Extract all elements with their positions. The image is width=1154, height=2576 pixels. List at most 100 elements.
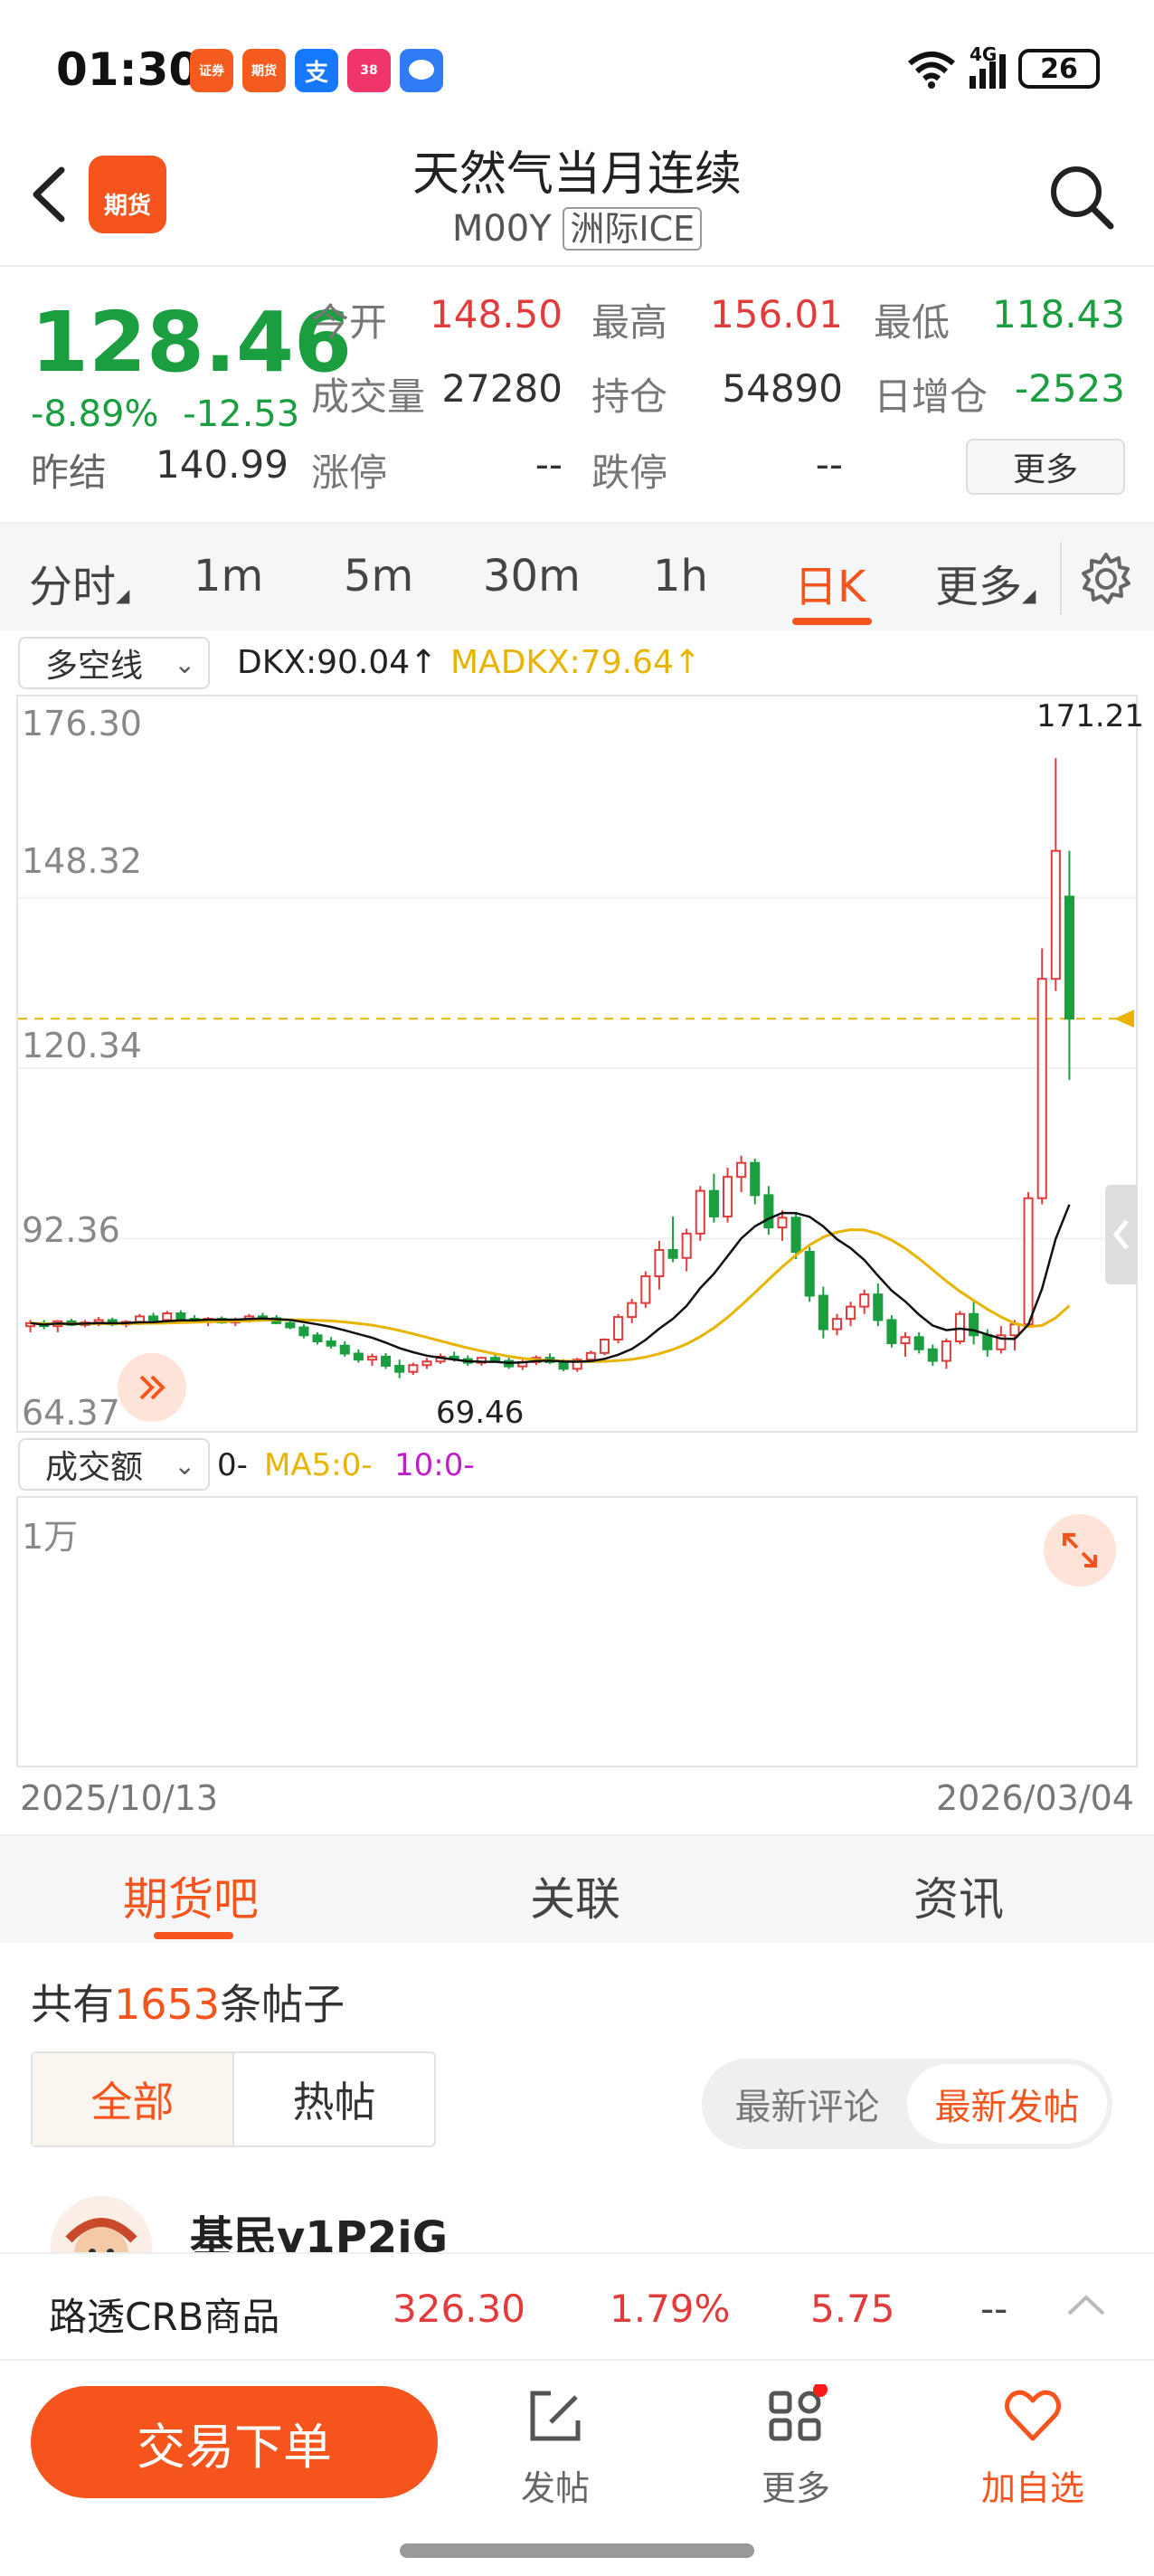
tab-1m[interactable]: 1m [194, 551, 263, 601]
securities-app-icon: 证券 [190, 49, 233, 92]
volume-label: 成交量 [311, 374, 426, 419]
home-indicator[interactable] [400, 2543, 754, 2558]
volume-value: 0- [217, 1447, 248, 1483]
tab-daily-k[interactable]: 日K [794, 551, 866, 614]
filter-hot[interactable]: 热帖 [232, 2053, 434, 2145]
alipay-app-icon: 支 [295, 49, 338, 92]
candle-down [818, 1294, 828, 1331]
post-filter-group: 全部 热帖 [31, 2051, 436, 2147]
favorite-label: 加自选 [980, 2468, 1084, 2508]
exchange-tag: 洲际ICE [563, 207, 703, 251]
y-tick-label: 176.30 [22, 704, 142, 743]
indicator-select[interactable]: 多空线 ⌄ [18, 637, 210, 689]
futures-app-icon: 期货 [242, 49, 286, 92]
chart-settings-button[interactable] [1076, 549, 1136, 609]
chevron-down-icon: ⌄ [174, 1451, 195, 1481]
sort-latest-post[interactable]: 最新发帖 [907, 2064, 1107, 2144]
sort-latest-comment[interactable]: 最新评论 [707, 2064, 907, 2144]
candle-up [831, 1318, 842, 1331]
open-interest-label: 持仓 [591, 374, 668, 419]
candle-down [175, 1312, 186, 1321]
candle-up [941, 1340, 951, 1362]
double-chevron-right-icon [139, 1375, 166, 1400]
limit-up-label: 涨停 [311, 450, 388, 495]
candle-down [913, 1336, 924, 1350]
ticker-price: 326.30 [393, 2287, 525, 2331]
change-percent: -8.89% [31, 393, 159, 435]
candle-up [900, 1336, 911, 1345]
dkx-value: DKX:90.04↑ [237, 644, 438, 681]
candle-down [873, 1293, 884, 1321]
tab-timeshare[interactable]: 分时◢ [29, 551, 129, 614]
expand-icon [1063, 1533, 1097, 1567]
tab-30m[interactable]: 30m [483, 551, 581, 601]
candle-up [408, 1364, 419, 1373]
posts-count-number: 1653 [114, 1980, 221, 2029]
volume-indicator-row: 成交额 ⌄ 0- MA5:0- 10:0- [0, 1436, 1154, 1494]
candle-up [640, 1274, 651, 1304]
tab-5m[interactable]: 5m [344, 551, 413, 601]
chevron-up-icon[interactable] [1064, 2287, 1109, 2332]
candle-up [654, 1248, 665, 1277]
more-label: 更多 [761, 2468, 830, 2508]
tab-more-periods[interactable]: 更多◢ [935, 551, 1036, 614]
search-button[interactable] [1045, 161, 1118, 233]
status-bar: 01:30 证券 期货 支 38 4G 26 [0, 0, 1154, 136]
tab-related[interactable]: 关联 [530, 1863, 620, 1928]
post-button[interactable]: 发帖 [483, 2384, 628, 2510]
candle-down [381, 1355, 392, 1367]
fullscreen-button[interactable] [1044, 1514, 1116, 1586]
more-button[interactable]: 更多 [724, 2382, 868, 2510]
index-ticker-bar[interactable]: 路透CRB商品 326.30 1.79% 5.75 -- [0, 2252, 1154, 2361]
indicator-row: 多空线 ⌄ DKX:90.04↑ MADKX:79.64↑ [0, 633, 1154, 695]
posts-count: 共有1653条帖子 [31, 1972, 345, 2031]
tab-futures-forum[interactable]: 期货吧 [123, 1863, 259, 1928]
candle-up [366, 1355, 378, 1361]
filter-all[interactable]: 全部 [33, 2053, 232, 2145]
change-absolute: -12.53 [183, 393, 300, 435]
tab-1h[interactable]: 1h [653, 551, 708, 601]
madkx-value: MADKX:79.64↑ [450, 644, 702, 681]
tab-more-label: 更多 [935, 562, 1023, 612]
low-marker-label: 69.46 [436, 1395, 525, 1431]
chart-side-handle[interactable] [1105, 1185, 1138, 1284]
candle-down [708, 1189, 719, 1217]
high-label: 最高 [591, 300, 668, 345]
x-end-date: 2026/03/04 [935, 1778, 1134, 1818]
open-interest-value: 54890 [722, 366, 843, 411]
scroll-left-button[interactable] [118, 1353, 186, 1422]
candle-up [162, 1312, 173, 1321]
kline-chart[interactable]: 176.30 148.32 120.34 92.36 64.37 171.21 … [16, 695, 1144, 1433]
tab-news[interactable]: 资讯 [913, 1863, 1004, 1928]
chevron-down-icon: ⌄ [174, 649, 195, 679]
message-app-icon [400, 49, 443, 92]
status-time: 01:30 [56, 43, 201, 96]
ticker-extra: -- [980, 2287, 1008, 2331]
candle-down [339, 1344, 350, 1355]
candle-down [148, 1315, 159, 1321]
candle-down [1064, 895, 1074, 1020]
candle-down [394, 1364, 405, 1373]
indicator-select-label: 多空线 [45, 648, 144, 685]
candle-down [982, 1334, 993, 1350]
post-label: 发帖 [520, 2468, 590, 2508]
x-start-date: 2025/10/13 [20, 1778, 219, 1818]
active-tab-underline [792, 618, 872, 625]
daily-oi-change-label: 日增仓 [874, 374, 988, 419]
add-favorite-button[interactable]: 加自选 [960, 2384, 1105, 2510]
candle-down [312, 1334, 323, 1343]
volume-select-label: 成交额 [45, 1449, 144, 1486]
trade-order-button[interactable]: 交易下单 [31, 2386, 438, 2498]
notification-icons: 证券 期货 支 38 [190, 49, 443, 92]
forum-tabs: 期货吧 关联 资讯 [0, 1834, 1154, 1943]
y-tick-label: 120.34 [22, 1026, 142, 1065]
quote-more-button[interactable]: 更多 [966, 439, 1125, 495]
candle-up [1009, 1323, 1020, 1337]
high-marker-label: 171.21 [1036, 698, 1144, 734]
volume-select[interactable]: 成交额 ⌄ [18, 1438, 210, 1491]
candle-up [1050, 849, 1061, 980]
candle-up [134, 1315, 146, 1323]
limit-up-value: -- [534, 442, 563, 487]
limit-down-label: 跌停 [591, 450, 668, 495]
volume-chart[interactable]: 1万 [16, 1496, 1138, 1767]
